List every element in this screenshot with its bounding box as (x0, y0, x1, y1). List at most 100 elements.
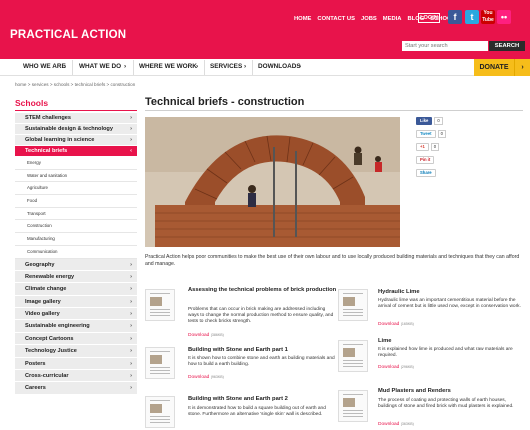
brief-title[interactable]: Building with Stone and Earth part 1 (188, 347, 338, 354)
download-link[interactable]: Download (296KB) (378, 365, 414, 370)
google-plus-button[interactable]: +1 0 (416, 143, 454, 151)
sidebar-subitem-manufacturing[interactable]: Manufacturing (15, 233, 137, 246)
brief-thumbnail[interactable] (338, 289, 368, 321)
logo[interactable]: PRACTICAL ACTION (10, 29, 126, 41)
search-input[interactable] (402, 41, 488, 51)
top-link-jobs[interactable]: JOBS (361, 16, 377, 22)
sidebar-item-technology-justice[interactable]: Technology Justice › (15, 345, 137, 358)
facebook-icon[interactable]: f (448, 10, 462, 24)
sidebar-item-stem-challenges[interactable]: STEM challenges › (15, 113, 137, 124)
sidebar-item-technical-briefs[interactable]: Technical briefs ‹ (15, 146, 137, 157)
sidebar-item-sustainable-design[interactable]: Sustainable design & technology › (15, 124, 137, 135)
sidebar-title: Schools (15, 98, 49, 108)
sidebar-item-sustainable-engineering[interactable]: Sustainable engineering › (15, 320, 137, 333)
brief-description: The process of coating and protecting wa… (378, 398, 514, 410)
download-link[interactable]: Download (963KB) (188, 375, 224, 380)
search-button[interactable]: SEARCH (489, 41, 525, 51)
brief-description: Hydraulic lime was an important cementit… (378, 298, 521, 310)
brief-title[interactable]: Assessing the technical problems of bric… (188, 287, 338, 294)
brief-title[interactable]: Mud Plasters and Renders (378, 388, 528, 395)
chevron-right-icon: › (130, 273, 132, 280)
brief-title[interactable]: Building with Stone and Earth part 2 (188, 396, 338, 403)
sidebar-subitem-agriculture[interactable]: Agriculture (15, 182, 137, 196)
page-title: Technical briefs - construction (145, 96, 305, 108)
nav-arrow-5: › (299, 63, 302, 70)
nav-what-we-do[interactable]: WHAT WE DO (79, 63, 121, 70)
chevron-right-icon: › (130, 373, 132, 380)
nav-separator (72, 60, 73, 75)
linkedin-share-button[interactable]: Share (416, 169, 454, 177)
nav-downloads[interactable]: DOWNLOADS (258, 63, 301, 70)
brief-description: Problems that can occur in brick making … (188, 307, 334, 325)
facebook-like[interactable]: Like 0 (416, 117, 454, 125)
download-link[interactable]: Download (363KB) (378, 422, 414, 427)
breadcrumb[interactable]: home > services > schools > technical br… (15, 82, 135, 87)
sidebar-item-geography[interactable]: Geography › (15, 258, 137, 271)
sidebar-subitem-construction[interactable]: Construction (15, 220, 137, 234)
brief-thumbnail[interactable] (145, 396, 175, 428)
flickr-icon[interactable]: •• (497, 10, 511, 24)
intro-text: Practical Action helps poor communities … (145, 254, 520, 268)
chevron-right-icon: › (130, 126, 132, 132)
sidebar-item-climate-change[interactable]: Climate change › (15, 283, 137, 296)
sidebar-subitem-communication[interactable]: Communication (15, 245, 137, 259)
sidebar-item-renewable-energy[interactable]: Renewable energy › (15, 270, 137, 284)
title-divider (145, 110, 523, 111)
sidebar-item-global-learning[interactable]: Global learning in science › (15, 135, 137, 146)
nav-arrow-4: › (244, 63, 247, 70)
chevron-right-icon: › (130, 385, 132, 392)
sidebar-item-careers[interactable]: Careers › (15, 382, 137, 395)
nav-separator (204, 60, 205, 75)
site-header: PRACTICAL ACTION HOME CONTACT US JOBS ME… (0, 0, 530, 59)
sidebar-divider (15, 110, 137, 111)
youtube-icon[interactable]: You Tube (481, 10, 495, 24)
nav-arrow-1: › (64, 63, 67, 70)
top-link-contact[interactable]: CONTACT US (317, 16, 355, 22)
sidebar: STEM challenges › Sustainable design & te… (15, 113, 137, 395)
sidebar-item-video-gallery[interactable]: Video gallery › (15, 308, 137, 321)
sidebar-item-cross-curricular[interactable]: Cross-curricular › (15, 370, 137, 383)
nav-where-we-work[interactable]: WHERE WE WORK (139, 63, 197, 70)
chevron-right-icon: › (130, 115, 132, 121)
donate-arrow-icon[interactable]: › (514, 59, 530, 76)
download-link[interactable]: Download (386KB) (188, 333, 224, 338)
sidebar-subitem-transport[interactable]: Transport (15, 207, 137, 221)
nav-separator (252, 60, 253, 75)
brief-title[interactable]: Lime (378, 338, 528, 345)
brief-description: It is shown how to combine stone and ear… (188, 356, 335, 368)
download-link[interactable]: Download (165KB) (378, 322, 414, 327)
sidebar-subitem-energy[interactable]: Energy (15, 157, 137, 170)
sidebar-item-posters[interactable]: Posters › (15, 357, 137, 371)
top-link-home[interactable]: HOME (294, 16, 311, 22)
brief-title[interactable]: Hydraulic Lime (378, 289, 528, 296)
twitter-icon[interactable]: t (465, 10, 479, 24)
brief-description: It is explained how lime is produced and… (378, 347, 513, 359)
chevron-right-icon: › (130, 360, 132, 367)
tweet-button[interactable]: Tweet 0 (416, 130, 454, 138)
nav-who-we-are[interactable]: WHO WE ARE (23, 63, 66, 70)
login-button[interactable]: LOGIN (418, 13, 440, 23)
chevron-down-icon: ‹ (130, 148, 132, 154)
nav-services[interactable]: SERVICES (210, 63, 242, 70)
top-link-media[interactable]: MEDIA (383, 16, 402, 22)
sidebar-subitem-food[interactable]: Food (15, 195, 137, 208)
donate-button[interactable]: DONATE (474, 59, 514, 76)
sidebar-item-image-gallery[interactable]: Image gallery › (15, 295, 137, 309)
brief-thumbnail[interactable] (338, 390, 368, 422)
brief-thumbnail[interactable] (145, 289, 175, 321)
chevron-right-icon: › (130, 286, 132, 293)
sidebar-subitem-water[interactable]: Water and sanitation (15, 169, 137, 183)
sidebar-item-concept-cartoons[interactable]: Concept Cartoons › (15, 332, 137, 346)
chevron-right-icon: › (130, 137, 132, 143)
chevron-right-icon: › (130, 348, 132, 355)
nav-separator (133, 60, 134, 75)
hero-image (145, 117, 400, 247)
brief-thumbnail[interactable] (338, 340, 368, 372)
chevron-right-icon: › (130, 261, 132, 268)
pinterest-button[interactable]: Pin it (416, 156, 454, 164)
main-nav: WHO WE ARE › WHAT WE DO › WHERE WE WORK … (0, 59, 530, 76)
chevron-right-icon: › (130, 298, 132, 305)
brief-thumbnail[interactable] (145, 347, 175, 379)
nav-arrow-3: › (196, 63, 199, 70)
nav-arrow-2: › (124, 63, 127, 70)
